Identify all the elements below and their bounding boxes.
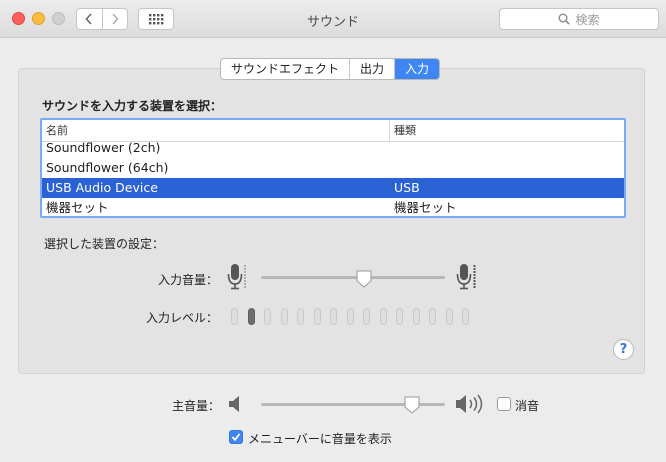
table-row[interactable]: Soundflower (2ch) (42, 142, 624, 158)
level-segment (462, 308, 469, 325)
mic-low-icon (227, 264, 246, 290)
tab-bar: サウンドエフェクト 出力 入力 (220, 58, 441, 80)
level-segment (313, 308, 321, 325)
tab-output[interactable]: 出力 (349, 59, 394, 79)
search-placeholder: 検索 (575, 12, 600, 27)
level-segment (247, 308, 255, 325)
show-volume-in-menubar-checkbox[interactable] (229, 430, 243, 444)
device-type (390, 158, 394, 178)
tab-sound-effects[interactable]: サウンドエフェクト (221, 59, 349, 79)
column-header-name[interactable]: 名前 (42, 120, 390, 141)
device-name: Soundflower (2ch) (46, 142, 161, 155)
level-segment (445, 308, 453, 325)
level-segment (231, 308, 238, 325)
search-input[interactable]: 検索 (499, 8, 659, 30)
device-type: USB (394, 180, 420, 195)
input-volume-label: 入力音量： (157, 273, 218, 287)
mic-high-icon (456, 264, 476, 290)
device-settings-title: 選択した装置の設定： (44, 237, 165, 251)
mute-checkbox[interactable] (497, 397, 511, 411)
table-row[interactable]: Soundflower (64ch) (42, 158, 624, 178)
output-volume-thumb[interactable] (404, 396, 420, 414)
help-button[interactable]: ? (613, 339, 634, 360)
show-volume-in-menubar-label: メニューバーに音量を表示 (248, 432, 392, 446)
mute-label: 消音 (515, 399, 540, 413)
level-segment (396, 308, 403, 325)
speaker-high-icon (456, 394, 483, 414)
checkmark-icon (231, 433, 241, 442)
level-segment (412, 308, 420, 325)
table-row-selected[interactable]: USB Audio Device USB (42, 178, 624, 198)
level-segment (363, 308, 370, 325)
input-level-label: 入力レベル： (145, 311, 218, 325)
device-table[interactable]: 名前 種類 Soundflower (2ch) Soundflower (64c… (40, 118, 626, 218)
device-name: USB Audio Device (46, 180, 158, 195)
search-icon (558, 13, 571, 25)
output-volume-label: 主音量： (171, 399, 220, 413)
level-segment (346, 308, 354, 325)
device-type (390, 142, 394, 158)
level-segment (429, 308, 436, 325)
level-segment (264, 308, 271, 325)
level-segment (379, 308, 387, 325)
column-header-type[interactable]: 種類 (390, 120, 416, 141)
level-segment (297, 308, 304, 325)
input-volume-slider[interactable] (261, 276, 445, 279)
level-segment (280, 308, 288, 325)
tab-input[interactable]: 入力 (394, 59, 440, 79)
device-name: 機器セット (46, 200, 109, 215)
title-bar: サウンド 検索 (0, 0, 666, 38)
device-section-title: サウンドを入力する装置を選択： (42, 99, 223, 113)
level-segment (330, 308, 337, 325)
device-name: Soundflower (64ch) (46, 160, 169, 175)
table-header: 名前 種類 (42, 120, 624, 142)
table-row[interactable]: 機器セット 機器セット (42, 198, 624, 216)
device-type: 機器セット (394, 200, 457, 215)
help-icon: ? (619, 342, 628, 357)
speaker-low-icon (229, 396, 239, 412)
input-volume-thumb[interactable] (356, 270, 372, 288)
table-body: Soundflower (2ch) Soundflower (64ch) USB… (42, 142, 624, 216)
